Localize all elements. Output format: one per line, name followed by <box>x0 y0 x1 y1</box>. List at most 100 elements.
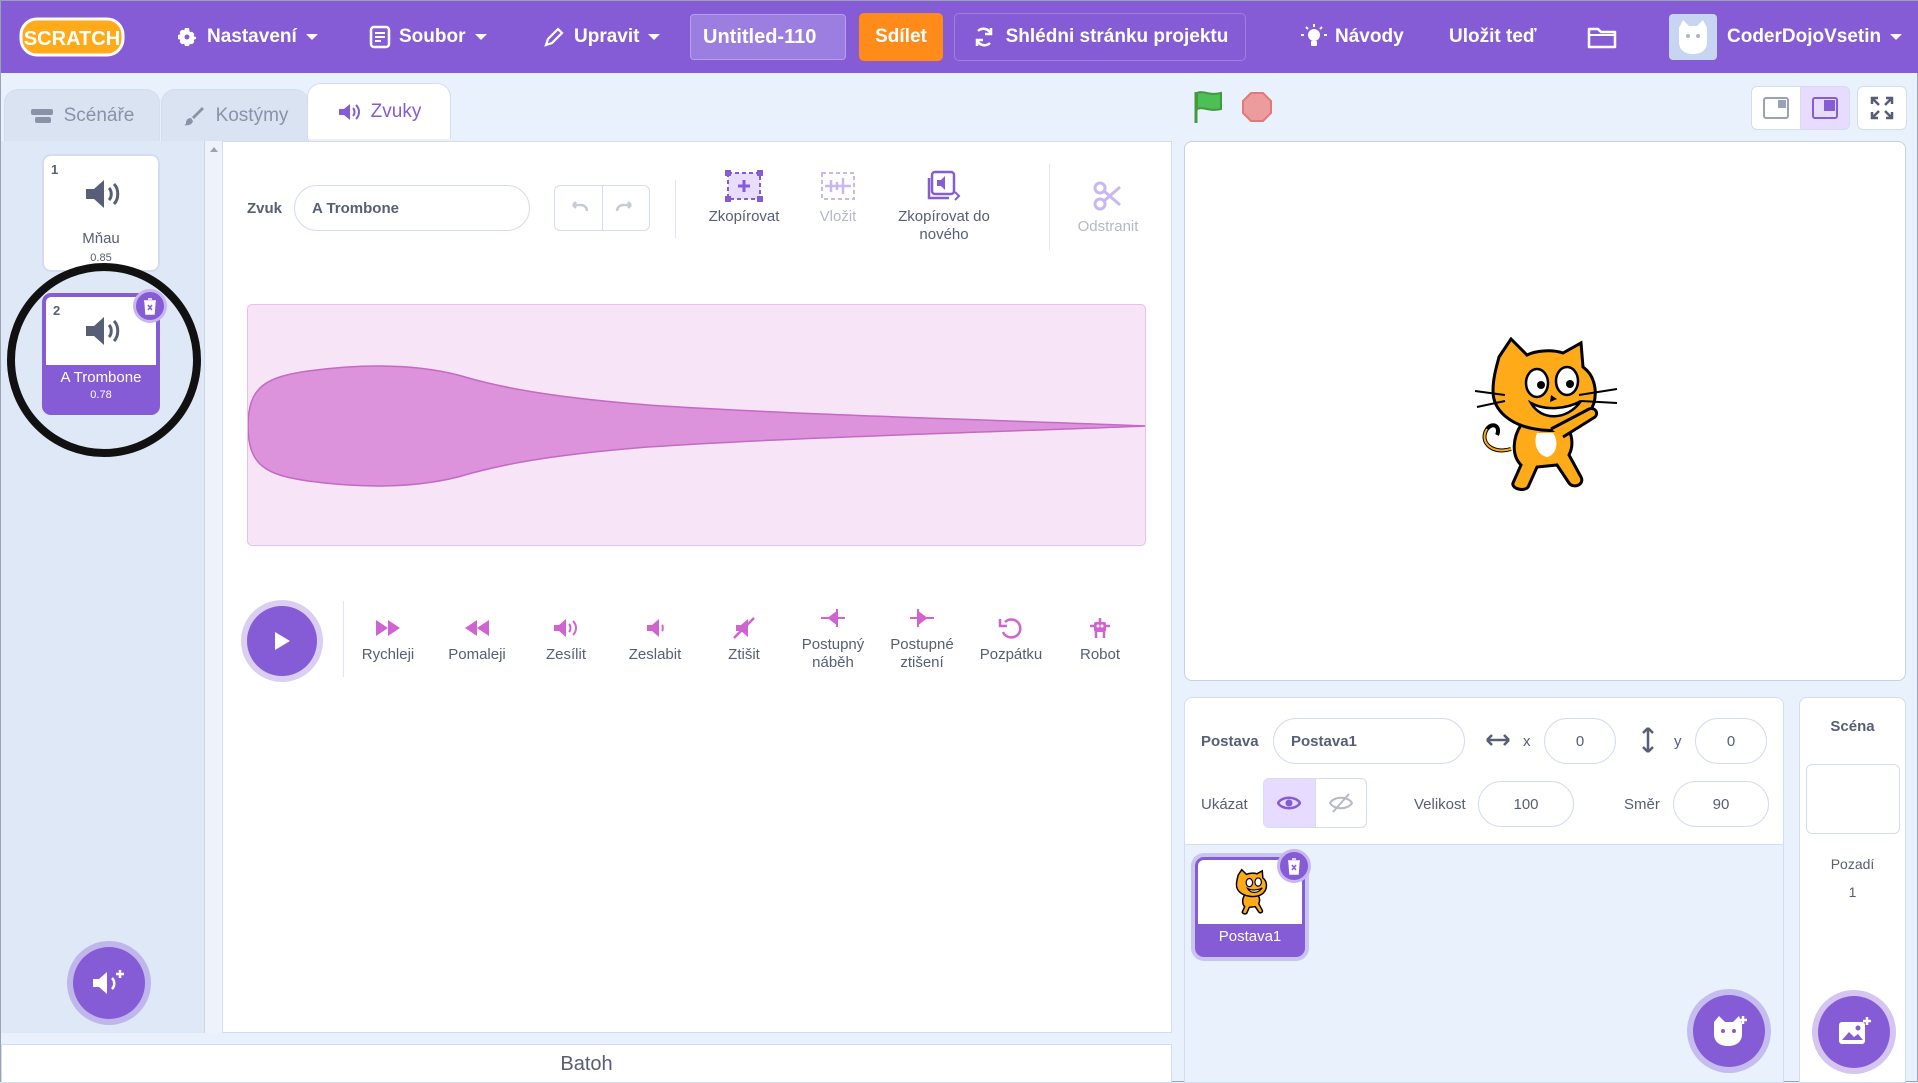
sprite-pane: Postava1 <box>1184 845 1784 1083</box>
redo-icon <box>615 201 632 212</box>
paste-button[interactable]: Vložit <box>803 170 873 226</box>
show-sprite-button[interactable] <box>1264 779 1316 827</box>
backdrop-thumbnail[interactable] <box>1806 764 1900 834</box>
delete-sprite-button[interactable] <box>1277 849 1311 883</box>
sound-name-input[interactable]: A Trombone <box>294 185 530 231</box>
see-project-page-button[interactable]: Shlédni stránku projektu <box>954 13 1246 61</box>
copy-to-new-button[interactable]: Zkopírovat do nového <box>889 170 999 244</box>
backpack-header[interactable]: Batoh <box>1 1044 1172 1083</box>
stop-button[interactable] <box>1241 91 1273 123</box>
normal-stage-icon <box>1812 97 1838 119</box>
effect-fade-in-button[interactable]: Postupný náběh <box>793 606 873 672</box>
brush-icon <box>183 107 204 126</box>
add-sound-button[interactable] <box>73 947 145 1019</box>
scroll-up-icon <box>210 147 218 152</box>
x-input[interactable]: 0 <box>1544 718 1616 764</box>
volume-up-icon <box>554 619 577 637</box>
edit-menu[interactable]: Upravit <box>542 1 661 73</box>
chevron-down-icon <box>648 34 661 40</box>
sound-list-scrollbar[interactable] <box>205 141 223 1033</box>
eye-off-icon <box>1328 793 1353 813</box>
vertical-arrows-icon <box>1642 727 1654 753</box>
effects-divider <box>343 601 344 677</box>
effect-fade-out-button[interactable]: Postupné ztišení <box>882 606 962 672</box>
effect-reverse-button[interactable]: Pozpátku <box>971 616 1051 664</box>
speaker-icon <box>86 180 120 208</box>
direction-label: Směr <box>1624 796 1660 813</box>
sprite-name-input[interactable]: Postava1 <box>1273 718 1465 764</box>
chevron-down-icon <box>1890 34 1903 40</box>
file-icon <box>369 25 391 49</box>
backdrops-count: 1 <box>1848 884 1857 900</box>
account-menu[interactable]: CoderDojoVsetin <box>1727 1 1903 73</box>
small-stage-button[interactable] <box>1751 86 1801 130</box>
cat-avatar-icon <box>1679 20 1707 54</box>
effect-robot-button[interactable]: Robot <box>1060 616 1140 664</box>
effect-label: Postupné ztišení <box>890 636 954 671</box>
fullscreen-icon <box>1870 96 1894 120</box>
copy-label: Zkopírovat <box>708 208 780 225</box>
delete-button[interactable]: Odstranit <box>1063 180 1153 236</box>
fullscreen-button[interactable] <box>1857 86 1907 130</box>
add-backdrop-button[interactable] <box>1818 996 1890 1068</box>
undo-button[interactable] <box>555 186 603 230</box>
copy-to-new-label: Zkopírovat do nového <box>898 208 990 243</box>
volume-down-icon <box>647 619 664 637</box>
effect-label: Robot <box>1079 646 1121 663</box>
y-input[interactable]: 0 <box>1695 718 1767 764</box>
effect-slower-button[interactable]: Pomaleji <box>437 616 517 664</box>
size-input[interactable]: 100 <box>1478 781 1574 827</box>
sprite-info-panel: Postava Postava1 x 0 y 0 Ukázat Velikost… <box>1184 697 1784 845</box>
tab-sounds-label: Zvuky <box>370 100 422 122</box>
tab-code[interactable]: Scénáře <box>4 89 160 142</box>
settings-menu[interactable]: Nastavení <box>175 1 319 73</box>
effect-softer-button[interactable]: Zeslabit <box>615 616 695 664</box>
project-title-input[interactable]: Untitled-110 <box>690 14 846 60</box>
trash-icon <box>1288 858 1300 875</box>
small-stage-icon <box>1763 97 1789 119</box>
toolbar-divider <box>1049 164 1050 250</box>
play-icon <box>275 632 290 650</box>
delete-label: Odstranit <box>1077 218 1139 235</box>
hide-sprite-button[interactable] <box>1316 779 1367 827</box>
folder-icon <box>1587 27 1617 49</box>
file-menu[interactable]: Soubor <box>369 1 488 73</box>
add-sprite-button[interactable] <box>1693 995 1765 1067</box>
undo-redo-group <box>554 185 650 231</box>
stage-pane-title: Scéna <box>1830 718 1875 735</box>
green-flag-button[interactable] <box>1193 89 1223 125</box>
sound-item-meow[interactable]: 1 Mňau 0.85 <box>42 154 160 272</box>
avatar[interactable] <box>1669 14 1717 60</box>
direction-input[interactable]: 90 <box>1673 781 1769 827</box>
show-label: Ukázat <box>1201 796 1248 813</box>
copy-button[interactable]: Zkopírovat <box>699 170 789 226</box>
reverse-icon <box>998 618 1022 639</box>
waveform[interactable] <box>247 304 1146 546</box>
share-button[interactable]: Sdílet <box>859 13 943 61</box>
effect-mute-button[interactable]: Ztišit <box>704 616 784 664</box>
tutorials-button[interactable]: Návody <box>1301 1 1404 73</box>
stage-canvas[interactable] <box>1184 141 1906 681</box>
effect-label: Zesílit <box>545 646 586 663</box>
scissors-icon <box>1093 181 1121 211</box>
tab-costumes-label: Kostýmy <box>215 105 289 126</box>
effect-label: Zeslabit <box>628 646 682 663</box>
visibility-toggle <box>1263 778 1367 828</box>
stage-target-pane[interactable]: Scéna Pozadí 1 <box>1799 697 1906 1083</box>
normal-stage-button[interactable] <box>1800 86 1850 130</box>
tutorials-label: Návody <box>1335 26 1404 47</box>
menu-bar: SCRATCH Nastavení Soubor Upravit Untitle… <box>1 1 1918 73</box>
save-now-button[interactable]: Uložit teď <box>1449 1 1537 73</box>
sprite-name-label: Postava <box>1201 733 1259 750</box>
redo-button[interactable] <box>603 186 650 230</box>
paste-icon <box>821 172 855 200</box>
tab-costumes[interactable]: Kostýmy <box>161 89 309 142</box>
save-now-label: Uložit teď <box>1449 26 1537 47</box>
effect-louder-button[interactable]: Zesílit <box>526 616 606 664</box>
play-button[interactable] <box>247 606 317 676</box>
effect-faster-button[interactable]: Rychleji <box>348 616 428 664</box>
my-stuff-button[interactable] <box>1587 1 1617 73</box>
scratch-logo[interactable]: SCRATCH <box>19 15 125 59</box>
fast-forward-icon <box>376 620 400 636</box>
tab-sounds[interactable]: Zvuky <box>307 83 451 139</box>
